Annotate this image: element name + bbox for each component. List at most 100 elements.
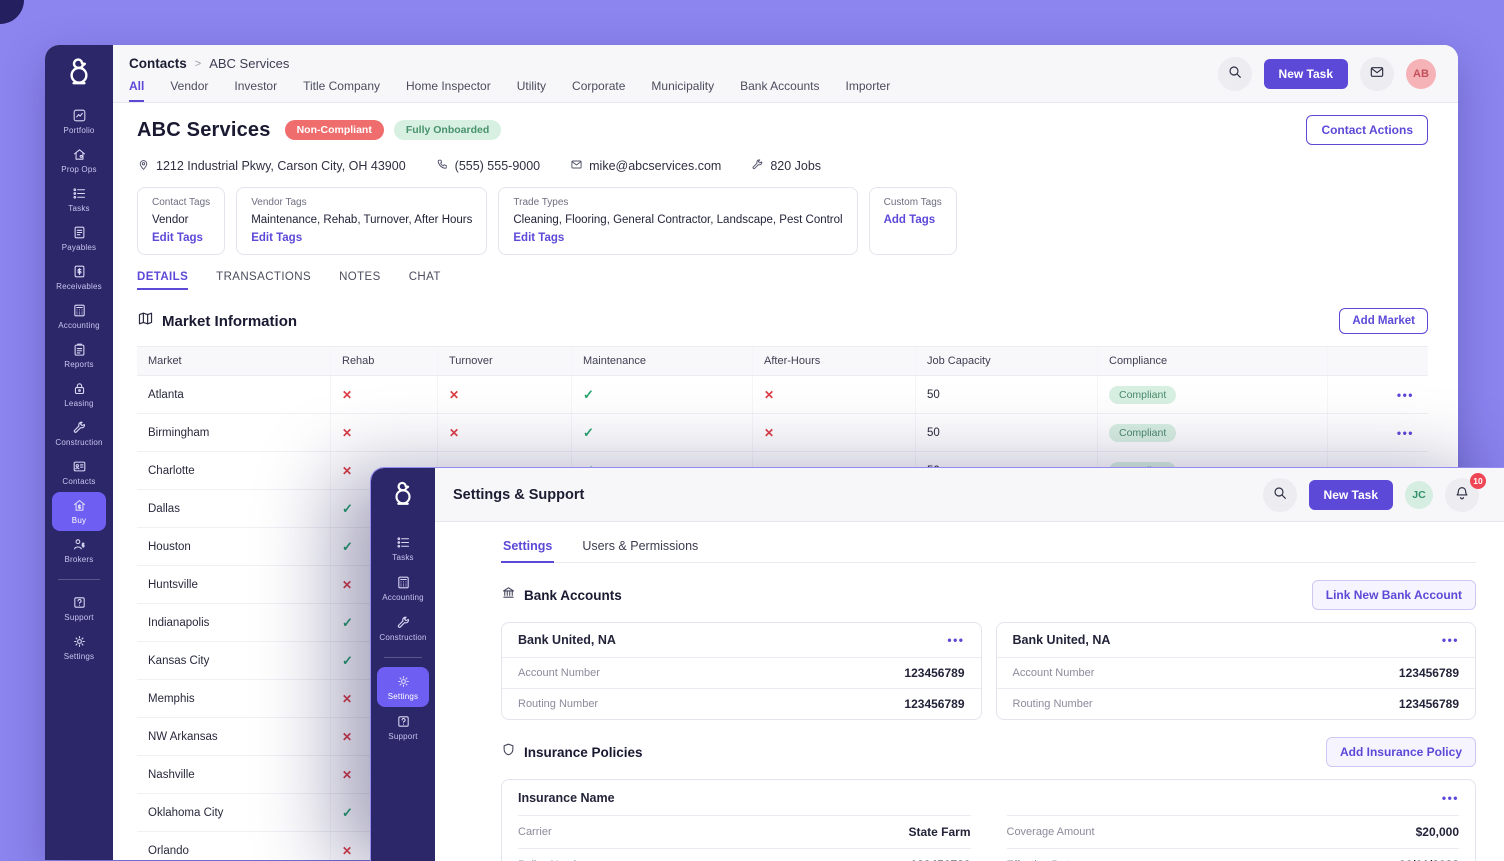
sidebar-divider <box>58 579 100 580</box>
sidebar-item-portfolio[interactable]: Portfolio <box>52 102 106 141</box>
row-menu-button[interactable]: ••• <box>1327 414 1428 451</box>
new-task-button[interactable]: New Task <box>1309 480 1393 510</box>
sidebar-item-brokers[interactable]: Brokers <box>52 531 106 570</box>
bank-accounts-title: Bank Accounts <box>524 588 622 603</box>
user-avatar[interactable]: JC <box>1405 481 1433 509</box>
column-header-turnover: Turnover <box>437 347 571 375</box>
detail-tab-transactions[interactable]: TRANSACTIONS <box>216 271 311 290</box>
mail-button[interactable] <box>1360 57 1394 91</box>
sidebar-item-label: Portfolio <box>63 126 94 135</box>
contact-jobs: 820 Jobs <box>751 158 821 174</box>
settings-tab-settings[interactable]: Settings <box>501 534 554 563</box>
sidebar-item-buy[interactable]: Buy <box>52 492 106 531</box>
sidebar-item-payables[interactable]: Payables <box>52 219 106 258</box>
field-row: Effective Date06/01/2023 <box>1007 848 1460 861</box>
job-capacity-cell: 50 <box>915 414 1097 451</box>
user-avatar[interactable]: AB <box>1406 59 1436 89</box>
tab-bank-accounts[interactable]: Bank Accounts <box>740 79 819 102</box>
insurance-field-column: Coverage Amount$20,000Effective Date06/0… <box>1007 815 1460 861</box>
x-icon: ✕ <box>342 730 352 744</box>
settings-window: TasksAccountingConstructionSettingsSuppo… <box>370 467 1504 861</box>
bank-card-menu-button[interactable]: ••• <box>1442 633 1459 647</box>
detail-tab-chat[interactable]: CHAT <box>409 271 441 290</box>
edit-tags-link[interactable]: Edit Tags <box>152 232 203 244</box>
sidebar-item-settings[interactable]: Settings <box>52 628 106 667</box>
sidebar-item-label: Brokers <box>65 555 94 564</box>
settings-tab-users-permissions[interactable]: Users & Permissions <box>580 534 700 562</box>
x-icon: ✕ <box>342 692 352 706</box>
sidebar-item-accounting[interactable]: Accounting <box>377 568 429 608</box>
new-task-button[interactable]: New Task <box>1264 59 1348 89</box>
tags-row: Contact TagsVendorEdit TagsVendor TagsMa… <box>137 187 1428 255</box>
edit-tags-link[interactable]: Edit Tags <box>513 232 564 244</box>
contact-actions-button[interactable]: Contact Actions <box>1306 115 1428 145</box>
bank-name: Bank United, NA <box>518 633 616 647</box>
accounting-icon <box>396 575 411 590</box>
column-header-market: Market <box>137 347 330 375</box>
tab-corporate[interactable]: Corporate <box>572 79 625 102</box>
map-icon <box>137 310 154 332</box>
tab-investor[interactable]: Investor <box>234 79 277 102</box>
x-icon: ✕ <box>449 426 459 440</box>
market-cell: Dallas <box>137 490 330 527</box>
overlay-sidebar: TasksAccounting Construction SettingsSuppo… <box>371 468 435 861</box>
tab-municipality[interactable]: Municipality <box>651 79 714 102</box>
accounting-icon <box>72 303 87 318</box>
sidebar-item-support[interactable]: Support <box>52 589 106 628</box>
sidebar-item-contacts[interactable]: Contacts <box>52 453 106 492</box>
column-header-rehab: Rehab <box>330 347 437 375</box>
row-menu-button[interactable]: ••• <box>1327 376 1428 413</box>
phone-icon <box>436 158 449 174</box>
background-corner-accent <box>0 0 24 24</box>
tab-all[interactable]: All <box>129 79 144 102</box>
sidebar-item-reports[interactable]: Reports <box>52 336 106 375</box>
overlay-app-logo[interactable] <box>371 468 435 522</box>
search-button[interactable] <box>1263 478 1297 512</box>
tag-card-title: Contact Tags <box>152 197 210 208</box>
contacts-icon <box>72 459 87 474</box>
edit-tags-link[interactable]: Edit Tags <box>251 232 302 244</box>
sidebar-item-receivables[interactable]: Receivables <box>52 258 106 297</box>
sidebar-item-construction[interactable]: Construction <box>52 414 106 453</box>
sidebar-item-label: Receivables <box>56 282 102 291</box>
sidebar-item-tasks[interactable]: Tasks <box>52 180 106 219</box>
sidebar-item-label: Prop Ops <box>61 165 96 174</box>
x-icon: ✕ <box>342 464 352 478</box>
search-button[interactable] <box>1218 57 1252 91</box>
field-label: Account Number <box>518 667 600 679</box>
tag-card-value: Cleaning, Flooring, General Contractor, … <box>513 214 842 226</box>
location-pin-icon <box>137 158 150 174</box>
sidebar-item-settings[interactable]: Settings <box>377 667 429 707</box>
insurance-name: Insurance Name <box>518 791 615 805</box>
tab-utility[interactable]: Utility <box>517 79 546 102</box>
sidebar-item-construction[interactable]: Construction <box>377 608 429 648</box>
tab-importer[interactable]: Importer <box>846 79 891 102</box>
check-icon: ✓ <box>342 653 353 669</box>
sidebar-item-accounting[interactable]: Accounting <box>52 297 106 336</box>
detail-tab-details[interactable]: DETAILS <box>137 271 188 290</box>
add-insurance-policy-button[interactable]: Add Insurance Policy <box>1326 737 1476 767</box>
contact-address: 1212 Industrial Pkwy, Carson City, OH 43… <box>137 158 406 174</box>
sidebar-item-support[interactable]: Support <box>377 707 429 747</box>
column-header-job-capacity: Job Capacity <box>915 347 1097 375</box>
bank-card-menu-button[interactable]: ••• <box>947 633 964 647</box>
compliance-badge: Compliant <box>1109 424 1176 442</box>
tag-card-contact-tags: Contact TagsVendorEdit Tags <box>137 187 225 255</box>
after-hours-cell: ✕ <box>752 414 915 451</box>
tab-vendor[interactable]: Vendor <box>170 79 208 102</box>
add-tags-link[interactable]: Add Tags <box>884 214 936 226</box>
add-market-button[interactable]: Add Market <box>1339 308 1428 334</box>
mail-icon <box>1369 64 1385 83</box>
sidebar-item-label: Construction <box>379 633 426 642</box>
status-badges: Non-CompliantFully Onboarded <box>285 120 502 140</box>
insurance-menu-button[interactable]: ••• <box>1442 791 1459 805</box>
tab-title-company[interactable]: Title Company <box>303 79 380 102</box>
link-new-bank-account-button[interactable]: Link New Bank Account <box>1312 580 1476 610</box>
sidebar-item-prop-ops[interactable]: Prop Ops <box>52 141 106 180</box>
app-logo[interactable] <box>45 45 113 102</box>
sidebar-item-leasing[interactable]: Leasing <box>52 375 106 414</box>
tab-home-inspector[interactable]: Home Inspector <box>406 79 491 102</box>
breadcrumb-contacts[interactable]: Contacts <box>129 56 187 71</box>
sidebar-item-tasks[interactable]: Tasks <box>377 528 429 568</box>
detail-tab-notes[interactable]: NOTES <box>339 271 381 290</box>
